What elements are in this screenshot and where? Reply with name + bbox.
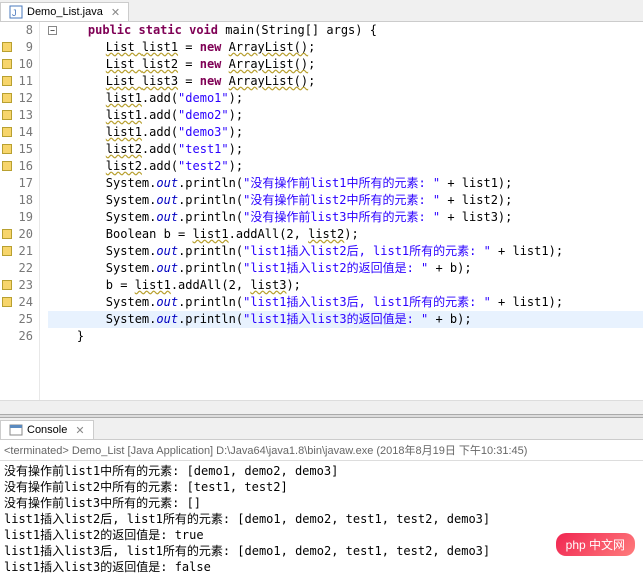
console-line: list1插入list2的返回值是: true (4, 527, 639, 543)
code-line[interactable]: System.out.println("list1插入list3的返回值是: "… (48, 311, 643, 328)
editor-scrollbar[interactable] (0, 400, 643, 414)
close-icon[interactable]: ✕ (75, 424, 84, 437)
code-area[interactable]: − public static void main(String[] args)… (40, 22, 643, 400)
code-line[interactable]: list1.add("demo2"); (48, 107, 643, 124)
line-number: 9 (0, 39, 33, 56)
console-line: 没有操作前list3中所有的元素: [] (4, 495, 639, 511)
line-number: 22 (0, 260, 33, 277)
console-tab[interactable]: Console ✕ (0, 420, 94, 439)
console-icon (9, 423, 23, 437)
line-number: 26 (0, 328, 33, 345)
console-panel: Console ✕ <terminated> Demo_List [Java A… (0, 418, 643, 586)
code-line[interactable]: System.out.println("list1插入list2后, list1… (48, 243, 643, 260)
code-line[interactable]: Boolean b = list1.addAll(2, list2); (48, 226, 643, 243)
line-number: 11 (0, 73, 33, 90)
editor-tab-bar: J Demo_List.java ✕ (0, 0, 643, 22)
code-line[interactable]: List list1 = new ArrayList(); (48, 39, 643, 56)
warning-marker-icon (2, 59, 12, 69)
warning-marker-icon (2, 229, 12, 239)
line-number: 21 (0, 243, 33, 260)
line-number: 25 (0, 311, 33, 328)
code-line[interactable]: System.out.println("list1插入list3后, list1… (48, 294, 643, 311)
close-icon[interactable]: ✕ (111, 6, 120, 19)
warning-marker-icon (2, 161, 12, 171)
warning-marker-icon (2, 93, 12, 103)
code-line[interactable]: list2.add("test2"); (48, 158, 643, 175)
code-line[interactable]: System.out.println("没有操作前list2中所有的元素: " … (48, 192, 643, 209)
console-line: 没有操作前list2中所有的元素: [test1, test2] (4, 479, 639, 495)
line-number: 14 (0, 124, 33, 141)
console-tab-bar: Console ✕ (0, 418, 643, 440)
warning-marker-icon (2, 297, 12, 307)
fold-icon[interactable]: − (48, 26, 57, 35)
code-line[interactable]: − public static void main(String[] args)… (48, 22, 643, 39)
console-output[interactable]: 没有操作前list1中所有的元素: [demo1, demo2, demo3]没… (0, 461, 643, 586)
warning-marker-icon (2, 127, 12, 137)
warning-marker-icon (2, 110, 12, 120)
code-line[interactable]: list1.add("demo1"); (48, 90, 643, 107)
line-number: 15 (0, 141, 33, 158)
warning-marker-icon (2, 144, 12, 154)
code-line[interactable]: List list2 = new ArrayList(); (48, 56, 643, 73)
terminated-info: <terminated> Demo_List [Java Application… (0, 440, 643, 461)
warning-marker-icon (2, 76, 12, 86)
line-number: 19 (0, 209, 33, 226)
line-number: 13 (0, 107, 33, 124)
tab-filename: Demo_List.java (27, 6, 103, 18)
line-number: 8 (0, 22, 33, 39)
line-number: 17 (0, 175, 33, 192)
console-line: list1插入list2后, list1所有的元素: [demo1, demo2… (4, 511, 639, 527)
line-number: 18 (0, 192, 33, 209)
code-line[interactable]: List list3 = new ArrayList(); (48, 73, 643, 90)
java-file-icon: J (9, 5, 23, 19)
watermark-badge: php 中文网 (556, 533, 635, 556)
code-editor[interactable]: 891011121314151617181920212223242526 − p… (0, 22, 643, 400)
code-line[interactable]: } (48, 328, 643, 345)
console-line: list1插入list3后, list1所有的元素: [demo1, demo2… (4, 543, 639, 559)
line-number: 16 (0, 158, 33, 175)
warning-marker-icon (2, 246, 12, 256)
code-line[interactable]: list1.add("demo3"); (48, 124, 643, 141)
line-number: 20 (0, 226, 33, 243)
code-line[interactable]: System.out.println("list1插入list2的返回值是: "… (48, 260, 643, 277)
warning-marker-icon (2, 280, 12, 290)
svg-text:J: J (12, 8, 17, 18)
code-line[interactable]: list2.add("test1"); (48, 141, 643, 158)
code-line[interactable]: b = list1.addAll(2, list3); (48, 277, 643, 294)
console-line: 没有操作前list1中所有的元素: [demo1, demo2, demo3] (4, 463, 639, 479)
code-line[interactable]: System.out.println("没有操作前list3中所有的元素: " … (48, 209, 643, 226)
line-number: 24 (0, 294, 33, 311)
line-number: 10 (0, 56, 33, 73)
line-number: 12 (0, 90, 33, 107)
code-line[interactable]: System.out.println("没有操作前list1中所有的元素: " … (48, 175, 643, 192)
line-gutter: 891011121314151617181920212223242526 (0, 22, 40, 400)
line-number: 23 (0, 277, 33, 294)
console-tab-label: Console (27, 424, 67, 436)
console-line: list1插入list3的返回值是: false (4, 559, 639, 575)
warning-marker-icon (2, 42, 12, 52)
editor-tab[interactable]: J Demo_List.java ✕ (0, 2, 129, 21)
